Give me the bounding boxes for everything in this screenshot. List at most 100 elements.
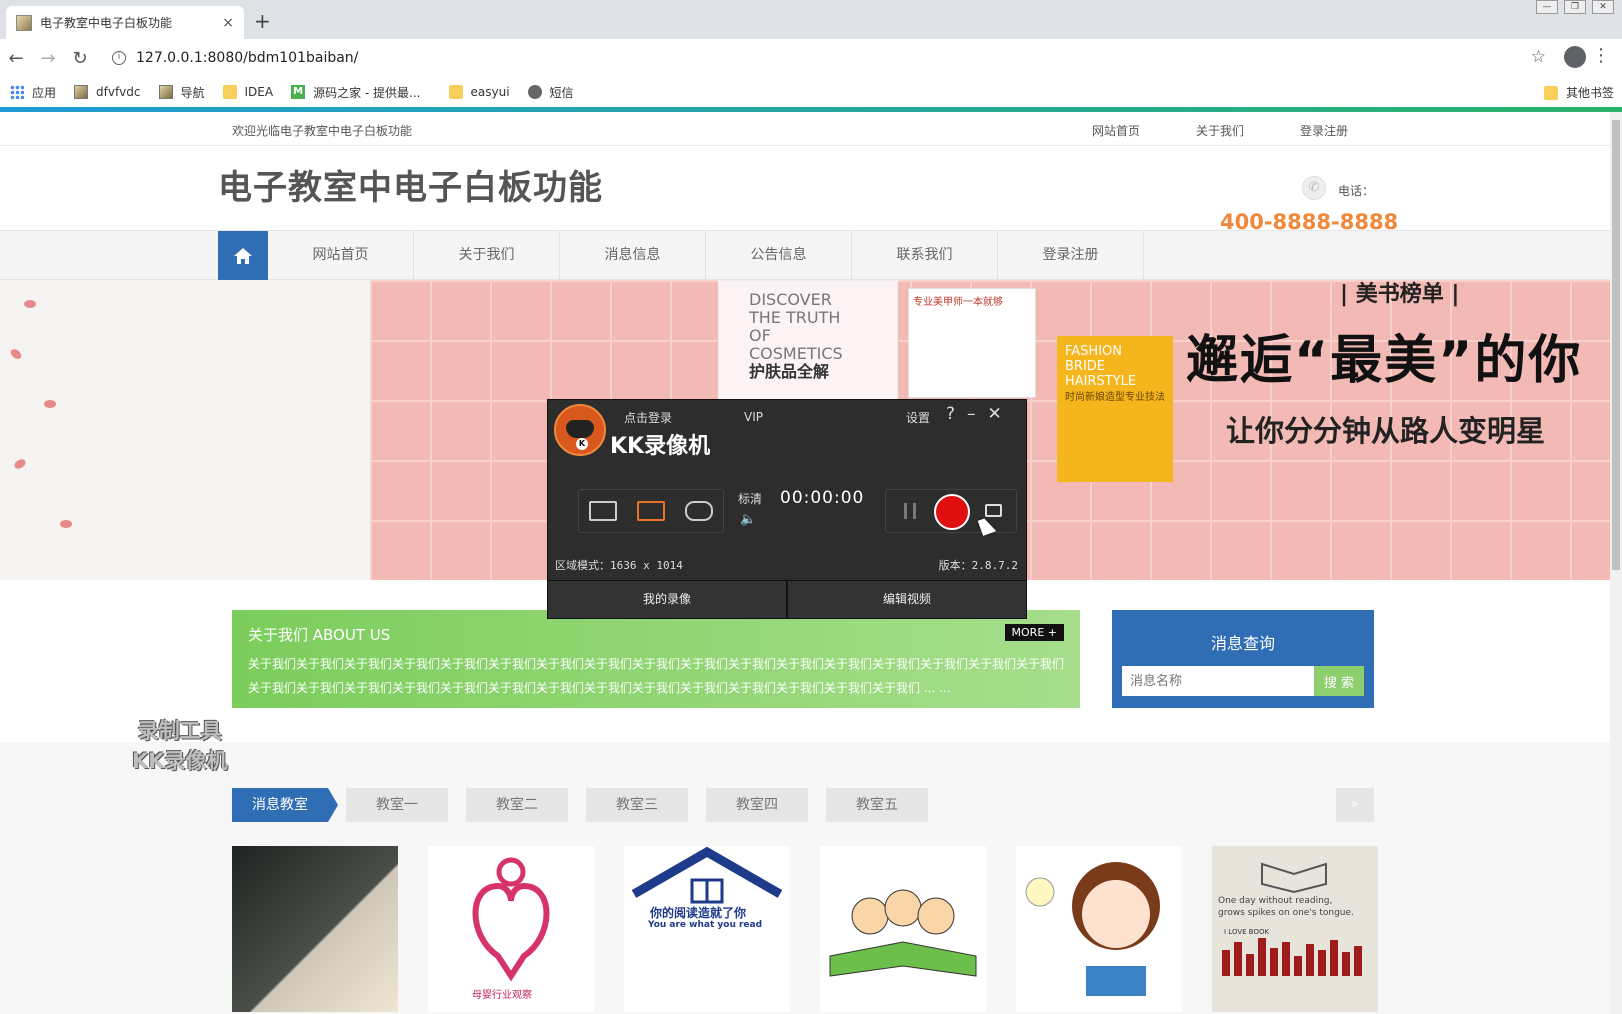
thumbnail-reading-night[interactable] <box>232 846 398 1012</box>
url-text: 127.0.0.1:8080/bdm101baiban/ <box>136 50 359 66</box>
kk-vip-link[interactable]: VIP <box>744 410 763 424</box>
folder-icon <box>1543 85 1558 100</box>
nav-home[interactable]: 网站首页 <box>268 231 414 280</box>
globe-icon <box>527 85 542 99</box>
top-link-login[interactable]: 登录注册 <box>1300 122 1348 139</box>
thumbnail-girl-book[interactable] <box>1016 846 1182 1012</box>
kk-bottom-bar: 我的录像 编辑视频 <box>548 580 1026 618</box>
nav-login[interactable]: 登录注册 <box>998 231 1144 280</box>
page-icon <box>74 85 89 99</box>
browser-tabbar: 电子教室中电子白板功能 × + — ❐ ✕ <box>0 0 1622 39</box>
bookmark-folder[interactable]: easyui <box>448 85 510 99</box>
edit-video-button[interactable]: 编辑视频 <box>786 581 1026 618</box>
nav-messages[interactable]: 消息信息 <box>560 231 706 280</box>
new-tab-button[interactable]: + <box>254 9 271 33</box>
tab-classroom-2[interactable]: 教室二 <box>466 788 568 822</box>
tab-message-classroom[interactable]: 消息教室 <box>232 788 338 822</box>
page-favicon-icon <box>16 14 32 31</box>
bookmark-item[interactable]: M 源码之家 - 提供最... <box>291 84 421 101</box>
search-title: 消息查询 <box>1210 634 1275 653</box>
top-links: 网站首页 关于我们 登录注册 <box>1092 122 1348 139</box>
next-button[interactable]: » <box>1336 788 1374 822</box>
thumbnail-read-house[interactable]: 你的阅读造就了你 You are what you read <box>624 846 790 1012</box>
speaker-icon[interactable]: 🔈 <box>740 512 756 527</box>
search-button[interactable]: 搜 索 <box>1314 666 1364 696</box>
top-link-about[interactable]: 关于我们 <box>1196 122 1244 139</box>
bookmarks-bar: 应用 dfvfvdc 导航 IDEA M 源码之家 - 提供最... easyui… <box>0 77 1622 107</box>
my-recordings-button[interactable]: 我的录像 <box>548 581 786 618</box>
pause-icon[interactable] <box>904 503 916 519</box>
game-mode-icon[interactable] <box>685 501 713 521</box>
page-icon <box>158 85 173 99</box>
tab-classroom-3[interactable]: 教室三 <box>586 788 688 822</box>
kk-version: 版本：2.8.7.2 <box>938 559 1018 572</box>
browser-tab[interactable]: 电子教室中电子白板功能 × <box>6 6 244 39</box>
banner-top-text: | 美书榜单 | <box>1340 282 1460 307</box>
top-strip: 欢迎光临电子教室中电子白板功能 网站首页 关于我们 登录注册 <box>0 112 1610 146</box>
kk-quality-select[interactable]: 标清 <box>738 490 762 507</box>
about-text: 关于我们关于我们关于我们关于我们关于我们关于我们关于我们关于我们关于我们关于我们… <box>248 657 1065 695</box>
kk-window-buttons: ? – ✕ <box>946 404 1002 424</box>
petal-decoration <box>44 400 56 408</box>
thumbnail-caption-en: You are what you read <box>648 920 763 930</box>
reload-icon[interactable]: ↻ <box>64 48 96 69</box>
tab-classroom-1[interactable]: 教室一 <box>346 788 448 822</box>
banner-subheadline: 让你分分钟从路人变明星 <box>1226 414 1546 448</box>
nav-about[interactable]: 关于我们 <box>414 231 560 280</box>
window-restore-icon[interactable]: ❐ <box>1564 0 1586 14</box>
browser-menu-icon[interactable]: ⋮ <box>1592 45 1610 66</box>
screenshot-camera-icon[interactable] <box>985 504 1002 517</box>
bookshelf-icon <box>1222 862 1362 976</box>
tab-title: 电子教室中电子白板功能 <box>40 16 173 30</box>
tab-classroom-5[interactable]: 教室五 <box>826 788 928 822</box>
search-input[interactable] <box>1122 666 1314 696</box>
main-nav: 网站首页 关于我们 消息信息 公告信息 联系我们 登录注册 <box>0 230 1610 281</box>
book-bride-title: FASHION BRIDE HAIRSTYLE <box>1065 344 1137 389</box>
url-field[interactable]: i 127.0.0.1:8080/bdm101baiban/ <box>104 44 1604 72</box>
watermark-line-2: KK录像机 <box>132 749 228 773</box>
folder-icon <box>222 85 237 99</box>
site-info-icon[interactable]: i <box>112 51 126 65</box>
thumbnail-kids-reading[interactable] <box>820 846 986 1012</box>
bookmark-folder[interactable]: IDEA <box>222 85 274 99</box>
kk-raccoon-logo-icon <box>554 404 606 456</box>
window-close-icon[interactable]: ✕ <box>1592 0 1614 14</box>
bookmark-item[interactable]: 短信 <box>527 84 574 101</box>
tab-close-icon[interactable]: × <box>222 15 234 31</box>
kk-close-icon[interactable]: ✕ <box>988 404 1002 424</box>
kk-login-link[interactable]: 点击登录 <box>624 409 672 426</box>
tab-classroom-4[interactable]: 教室四 <box>706 788 808 822</box>
petal-decoration <box>24 300 36 308</box>
top-link-home[interactable]: 网站首页 <box>1092 122 1140 139</box>
page-scrollbar[interactable] <box>1610 112 1622 1014</box>
bookmark-star-icon[interactable]: ☆ <box>1531 47 1546 67</box>
profile-avatar-icon[interactable] <box>1564 46 1586 68</box>
more-button[interactable]: MORE + <box>1004 624 1064 641</box>
nav-contact[interactable]: 联系我们 <box>852 231 998 280</box>
scrollbar-thumb[interactable] <box>1612 120 1620 570</box>
address-bar-row: ← → ↻ i 127.0.0.1:8080/bdm101baiban/ <box>0 39 1622 77</box>
kids-reading-icon <box>829 889 977 977</box>
book-nails: 专业美甲师一本就够 <box>908 288 1036 398</box>
petal-decoration <box>8 347 24 361</box>
other-bookmarks[interactable]: 其他书签 <box>1543 84 1614 101</box>
bookmark-label: IDEA <box>244 85 274 99</box>
m-logo-icon: M <box>291 85 306 99</box>
home-button[interactable] <box>218 231 268 281</box>
kk-minimize-icon[interactable]: – <box>967 404 976 424</box>
window-minimize-icon[interactable]: — <box>1536 0 1558 14</box>
bookmark-apps[interactable]: 应用 <box>10 84 56 101</box>
thumbnail-reading-quote[interactable]: One day without reading, grows spikes on… <box>1212 846 1378 1012</box>
forward-arrow-icon[interactable]: → <box>32 48 64 69</box>
fullscreen-mode-icon[interactable] <box>589 501 617 521</box>
nav-notices[interactable]: 公告信息 <box>706 231 852 280</box>
area-mode-icon[interactable] <box>637 501 665 521</box>
bookmark-item[interactable]: dfvfvdc <box>74 85 141 99</box>
kk-settings-link[interactable]: 设置 <box>906 409 930 426</box>
thumbnail-mother-baby[interactable]: 母婴行业观察 <box>428 846 594 1012</box>
back-arrow-icon[interactable]: ← <box>0 48 32 69</box>
bookmark-item[interactable]: 导航 <box>158 84 205 101</box>
kk-help-icon[interactable]: ? <box>946 404 955 424</box>
phone-icon: ✆ <box>1302 176 1326 200</box>
record-button[interactable] <box>934 494 970 530</box>
